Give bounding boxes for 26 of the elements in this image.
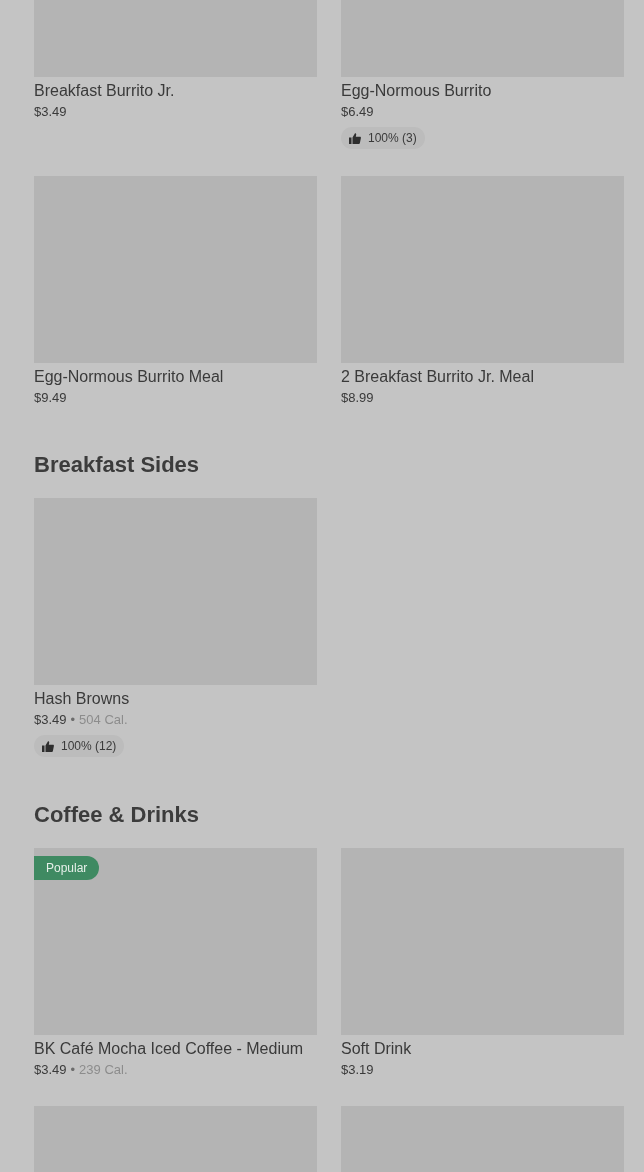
item-name: BK Café Mocha Iced Coffee - Medium: [34, 1039, 305, 1059]
thumbs-up-icon: [349, 132, 361, 144]
separator: •: [70, 1061, 76, 1079]
item-name: Egg-Normous Burrito: [341, 81, 493, 101]
item-name: Hash Browns: [34, 689, 131, 709]
rating-text: 100% (3): [368, 131, 417, 145]
item-price: $9.49: [34, 389, 67, 407]
rating-text: 100% (12): [61, 739, 117, 753]
item-calories: 239 Cal.: [79, 1061, 128, 1079]
image-placeholder[interactable]: Popular: [34, 848, 317, 1035]
thumbs-up-icon: [42, 740, 54, 752]
item-price: $3.49: [34, 103, 67, 121]
popular-badge: Popular: [34, 856, 100, 880]
item-price: $6.49: [341, 103, 374, 121]
item-name: Breakfast Burrito Jr.: [34, 81, 176, 101]
item-price: $8.99: [341, 389, 374, 407]
item-price: $3.19: [341, 1061, 374, 1079]
item-name: Egg-Normous Burrito Meal: [34, 367, 225, 387]
separator: •: [70, 711, 76, 729]
item-price: $3.49: [34, 711, 67, 729]
item-calories: 504 Cal.: [79, 711, 128, 729]
item-name: 2 Breakfast Burrito Jr. Meal: [341, 367, 535, 387]
section-heading: Breakfast Sides: [34, 451, 201, 479]
item-name: Soft Drink: [341, 1039, 413, 1059]
section-heading: Coffee & Drinks: [34, 801, 201, 829]
item-price: $3.49: [34, 1061, 67, 1079]
